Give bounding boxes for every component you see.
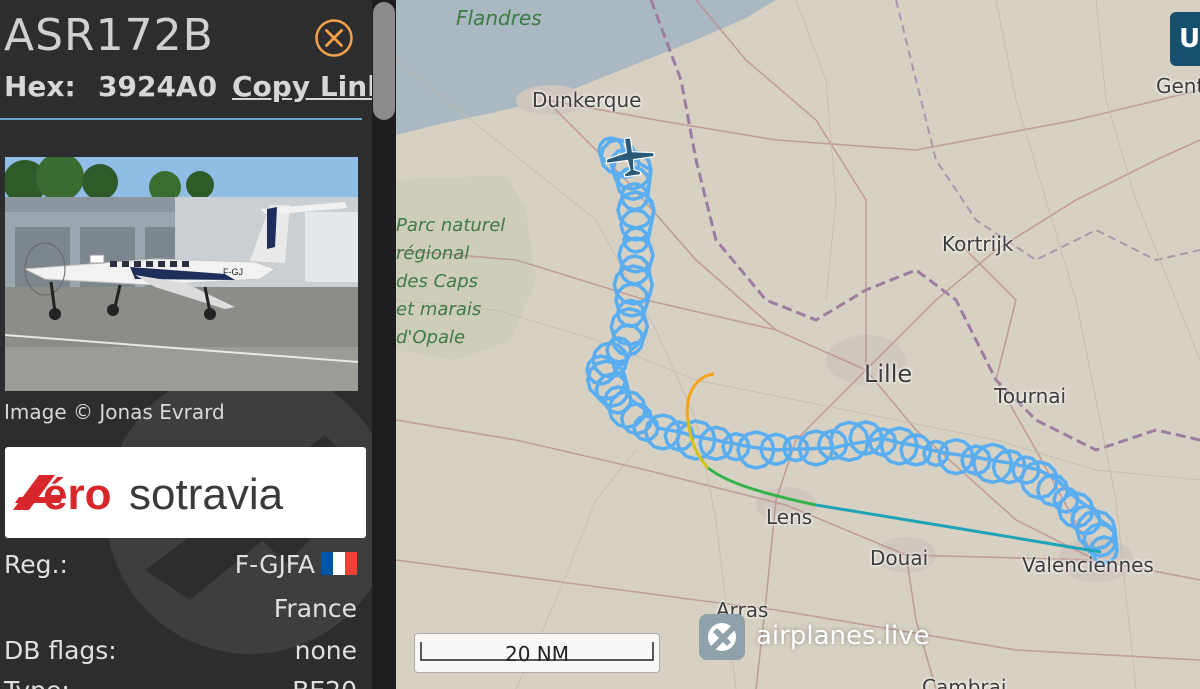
aircraft-info-panel: ASR172B Hex: 3924A0 Copy Link F-GJ Image… [0,0,372,689]
operator-logo: éro sotravia [5,447,366,538]
operator-logo-part2: sotravia [129,470,284,519]
region-label: Flandres [456,6,542,30]
hex-label: Hex: [4,70,76,103]
type-value: BE20 [292,676,357,689]
park-label-line1: Parc naturel [396,215,506,236]
city-label-tournai: Tournai [994,384,1067,408]
airplanes-live-brand: airplanes.live [756,621,930,651]
city-label-kortrijk: Kortrijk [942,232,1014,256]
park-label-line5: d'Opale [396,327,466,348]
city-label-gent: Gent [1156,74,1200,98]
aircraft-photo[interactable]: F-GJ [5,157,358,391]
operator-logo-part1: éro [43,470,111,519]
city-label-douai: Douai [870,546,929,570]
scale-label: 20 NM [504,642,570,666]
reg-label: Reg.: [4,550,68,579]
park-label-line4: et marais [396,299,482,320]
city-label-dunkerque: Dunkerque [532,88,642,112]
scrollbar-thumb[interactable] [373,2,395,120]
photo-tail-text: F-GJ [223,267,243,277]
recent-track-orange [685,372,715,421]
hex-value: 3924A0 [98,70,218,103]
france-flag-icon [321,552,357,575]
map-view[interactable]: Flandres Parc naturel régional des Caps … [396,0,1200,689]
airplanes-live-logo-icon [699,614,745,660]
photo-credit: Image © Jonas Evrard [4,400,225,424]
map-layer-button-label: U [1179,24,1200,54]
type-label: Type: [4,676,70,689]
close-icon[interactable] [314,18,354,58]
park-label-line3: des Caps [396,271,479,292]
divider [0,118,362,120]
park-label-line2: régional [396,243,470,264]
map-scale-bar: 20 NM [414,633,660,673]
city-label-lille: Lille [864,360,913,388]
copy-link-button[interactable]: Copy Link [232,70,372,103]
map-layer-button[interactable]: U [1170,12,1200,66]
city-label-cambrai: Cambrai [922,675,1007,689]
country-value: France [273,594,357,623]
city-label-lens: Lens [766,505,813,529]
reg-value-row: F-GJFA [235,550,357,579]
db-flags-label: DB flags: [4,636,117,665]
city-label-valenciennes: Valenciennes [1022,553,1154,577]
db-flags-value: none [294,636,357,665]
reg-value: F-GJFA [234,550,315,579]
map-canvas[interactable] [396,0,1200,689]
callsign-title: ASR172B [4,10,214,61]
